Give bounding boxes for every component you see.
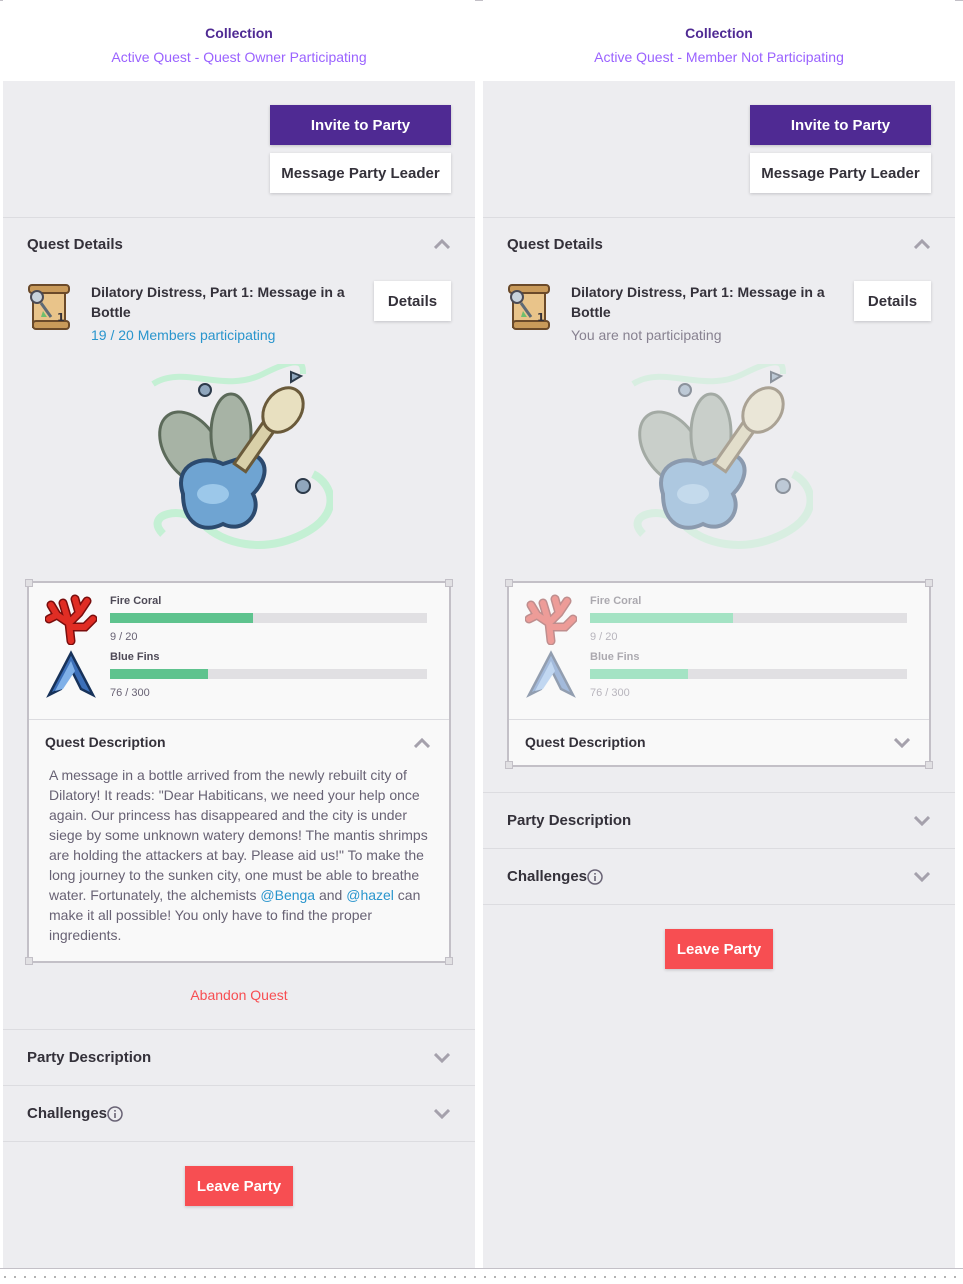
message-party-leader-button[interactable]: Message Party Leader — [270, 153, 451, 193]
divider — [3, 1085, 475, 1086]
item-progress-fill — [110, 613, 253, 623]
chevron-up-icon[interactable] — [914, 239, 930, 249]
quest-description-title: Quest Description — [525, 734, 646, 750]
divider — [483, 904, 955, 905]
item-progress-bar — [110, 669, 427, 679]
description-text: A message in a bottle arrived from the n… — [49, 767, 428, 903]
quest-scroll-icon — [505, 281, 557, 333]
column-subtitle: Active Quest - Member Not Participating — [594, 49, 844, 65]
divider — [483, 217, 955, 218]
collection-item: Blue Fins 76 / 300 — [29, 639, 449, 699]
message-party-leader-button[interactable]: Message Party Leader — [750, 153, 931, 193]
quest-name: Dilatory Distress, Part 1: Message in a … — [571, 284, 825, 320]
item-progress-bar — [110, 613, 427, 623]
quest-description-text: A message in a bottle arrived from the n… — [29, 765, 449, 961]
item-count: 76 / 300 — [110, 687, 150, 699]
party-description-title: Party Description — [27, 1049, 152, 1066]
leave-party-button[interactable]: Leave Party — [185, 1166, 293, 1206]
chevron-down-icon[interactable] — [434, 1109, 450, 1119]
quest-details-title: Quest Details — [507, 236, 603, 253]
quest-boss-image — [143, 364, 333, 560]
chevron-up-icon[interactable] — [414, 738, 430, 748]
quest-name: Dilatory Distress, Part 1: Message in a … — [91, 284, 345, 320]
party-sidebar: Invite to Party Message Party Leader Que… — [483, 81, 955, 1268]
item-progress-bar — [590, 669, 907, 679]
chevron-up-icon[interactable] — [434, 239, 450, 249]
divider — [483, 848, 955, 849]
info-icon[interactable] — [107, 1106, 123, 1122]
chevron-down-icon[interactable] — [434, 1053, 450, 1063]
item-progress-fill — [110, 669, 209, 679]
invite-to-party-button[interactable]: Invite to Party — [750, 105, 931, 145]
blue-fins-icon — [45, 649, 97, 701]
divider — [483, 792, 955, 793]
page-edge-dots — [0, 1276, 963, 1278]
item-name: Blue Fins — [110, 651, 160, 663]
collection-item: Fire Coral 9 / 20 — [509, 583, 929, 639]
column-header: Collection Active Quest - Quest Owner Pa… — [3, 0, 475, 81]
item-progress-fill — [590, 669, 689, 679]
collection-item: Blue Fins 76 / 300 — [509, 639, 929, 699]
invite-to-party-button[interactable]: Invite to Party — [270, 105, 451, 145]
item-name: Blue Fins — [590, 651, 640, 663]
box-corner — [25, 957, 33, 965]
item-name: Fire Coral — [110, 595, 162, 607]
divider — [3, 217, 475, 218]
column-header: Collection Active Quest - Member Not Par… — [483, 0, 955, 81]
collection-item: Fire Coral 9 / 20 — [29, 583, 449, 639]
blue-fins-icon — [525, 649, 577, 701]
quest-boss-image — [623, 364, 813, 560]
user-mention[interactable]: @Benga — [260, 887, 315, 903]
challenges-title: Challenges — [507, 868, 588, 885]
quest-details-button[interactable]: Details — [374, 281, 451, 321]
quest-description-title: Quest Description — [45, 734, 166, 750]
collection-progress-box: Fire Coral 9 / 20 Blue Fins 76 / 300 Que… — [505, 579, 933, 769]
party-sidebar: Invite to Party Message Party Leader Que… — [3, 81, 475, 1268]
quest-description-toggle[interactable]: Quest Description — [509, 719, 929, 765]
item-progress-bar — [590, 613, 907, 623]
quest-description-toggle[interactable]: Quest Description — [29, 719, 449, 765]
quest-participation-status[interactable]: 19 / 20 Members participating — [91, 327, 275, 343]
left-column: Collection Active Quest - Quest Owner Pa… — [3, 0, 475, 1268]
abandon-quest-link[interactable]: Abandon Quest — [3, 987, 475, 1003]
bottom-border — [0, 1268, 963, 1269]
column-subtitle: Active Quest - Quest Owner Participating — [111, 49, 367, 65]
user-mention[interactable]: @hazel — [346, 887, 394, 903]
divider — [3, 1029, 475, 1030]
chevron-down-icon[interactable] — [914, 872, 930, 882]
fire-coral-icon — [525, 593, 577, 645]
collection-items: Fire Coral 9 / 20 Blue Fins 76 / 300 — [509, 583, 929, 719]
item-count: 76 / 300 — [590, 687, 630, 699]
challenges-title: Challenges — [27, 1105, 108, 1122]
party-description-title: Party Description — [507, 812, 632, 829]
box-corner — [445, 957, 453, 965]
leave-party-button[interactable]: Leave Party — [665, 929, 773, 969]
item-progress-fill — [590, 613, 733, 623]
item-name: Fire Coral — [590, 595, 642, 607]
collection-progress-box: Fire Coral 9 / 20 Blue Fins 76 / 300 Que… — [25, 579, 453, 965]
quest-details-button[interactable]: Details — [854, 281, 931, 321]
quest-details-title: Quest Details — [27, 236, 123, 253]
quest-participation-status: You are not participating — [571, 327, 722, 343]
quest-scroll-icon — [25, 281, 77, 333]
chevron-down-icon[interactable] — [914, 816, 930, 826]
column-title: Collection — [685, 25, 753, 41]
collection-items: Fire Coral 9 / 20 Blue Fins 76 / 300 — [29, 583, 449, 719]
fire-coral-icon — [45, 593, 97, 645]
divider — [3, 1141, 475, 1142]
right-column: Collection Active Quest - Member Not Par… — [483, 0, 955, 1268]
chevron-down-icon[interactable] — [894, 738, 910, 748]
description-text: and — [315, 887, 347, 903]
info-icon[interactable] — [587, 869, 603, 885]
column-title: Collection — [205, 25, 273, 41]
